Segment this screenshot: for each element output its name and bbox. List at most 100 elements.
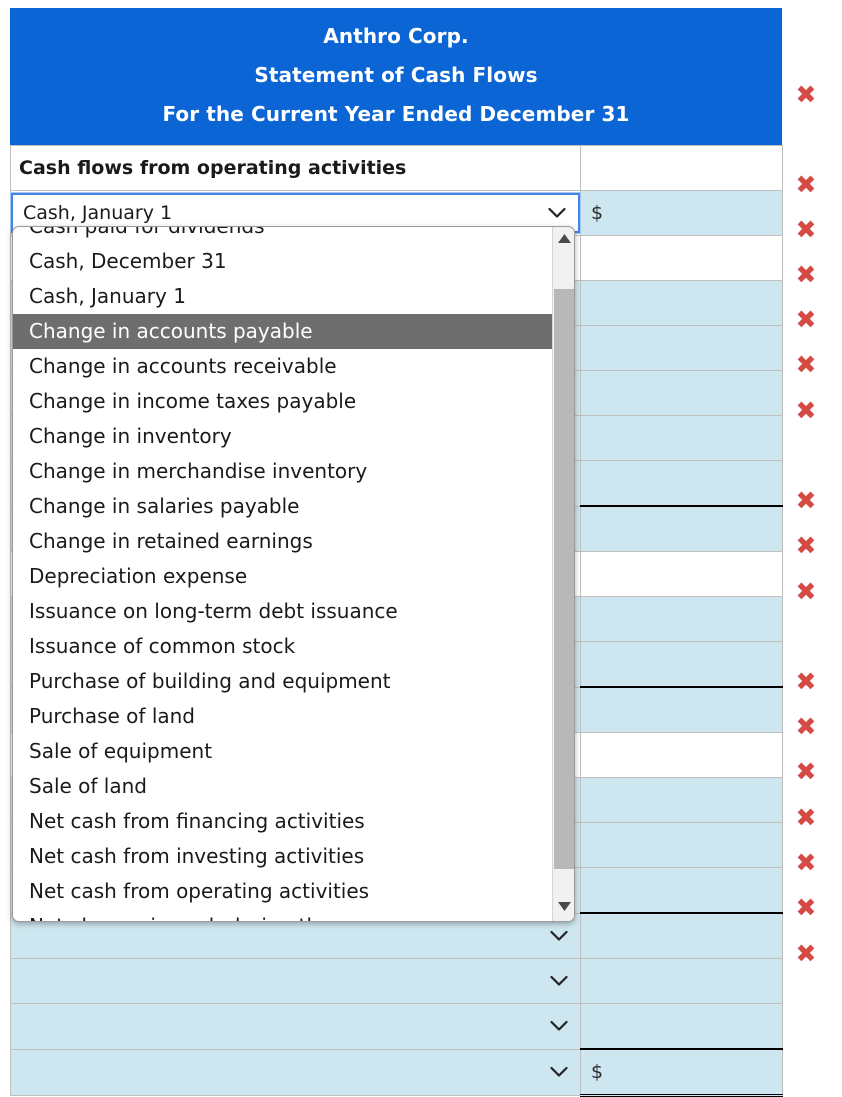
dropdown-option[interactable]: Cash paid for dividends bbox=[13, 227, 553, 244]
dropdown-option[interactable]: Change in income taxes payable bbox=[13, 384, 553, 419]
amount-input-cell bbox=[580, 551, 783, 597]
amount-input-cell[interactable] bbox=[580, 280, 783, 326]
table-row bbox=[10, 958, 783, 1004]
currency-symbol bbox=[581, 247, 591, 269]
amount-input-cell[interactable] bbox=[580, 686, 783, 733]
account-select[interactable] bbox=[11, 1005, 580, 1047]
delete-row-button[interactable]: ✖ bbox=[786, 298, 826, 342]
delete-row-icon: ✖ bbox=[795, 396, 817, 425]
statement-name: Statement of Cash Flows bbox=[254, 63, 538, 87]
dropdown-option[interactable]: Depreciation expense bbox=[13, 559, 553, 594]
amount-input-cell[interactable] bbox=[580, 596, 783, 642]
dropdown-option[interactable]: Purchase of land bbox=[13, 699, 553, 734]
currency-symbol bbox=[581, 518, 591, 540]
dropdown-option[interactable]: Cash, December 31 bbox=[13, 244, 553, 279]
amount-input-cell[interactable] bbox=[580, 912, 783, 959]
delete-row-icon: ✖ bbox=[795, 486, 817, 515]
delete-row-button[interactable]: ✖ bbox=[786, 570, 826, 614]
currency-symbol bbox=[581, 834, 591, 856]
chevron-down-icon bbox=[550, 1067, 568, 1078]
amount-input-cell[interactable] bbox=[580, 415, 783, 461]
delete-row-icon: ✖ bbox=[795, 939, 817, 968]
scroll-down-arrow-icon[interactable] bbox=[553, 897, 574, 919]
currency-symbol bbox=[581, 472, 591, 494]
delete-row-icon: ✖ bbox=[795, 80, 817, 109]
delete-row-button[interactable]: ✖ bbox=[786, 208, 826, 252]
amount-input-cell bbox=[580, 732, 783, 778]
dropdown-option[interactable]: Change in inventory bbox=[13, 419, 553, 454]
currency-symbol bbox=[581, 744, 591, 766]
dropdown-option[interactable]: Change in salaries payable bbox=[13, 489, 553, 524]
dropdown-option[interactable]: Cash, January 1 bbox=[13, 279, 553, 314]
currency-symbol bbox=[581, 608, 591, 630]
chevron-down-icon bbox=[550, 930, 568, 941]
dropdown-option[interactable]: Change in accounts payable bbox=[13, 314, 553, 349]
amount-input-cell bbox=[580, 235, 783, 281]
dropdown-option[interactable]: Net cash from operating activities bbox=[13, 874, 553, 909]
delete-row-button[interactable]: ✖ bbox=[786, 932, 826, 976]
amount-input-cell bbox=[580, 145, 783, 191]
amount-input-cell[interactable] bbox=[580, 641, 783, 688]
table-row: Cash flows from operating activities bbox=[10, 145, 783, 191]
currency-symbol bbox=[581, 427, 591, 449]
delete-row-icon: ✖ bbox=[795, 215, 817, 244]
amount-input-cell[interactable] bbox=[580, 958, 783, 1004]
amount-input-cell[interactable] bbox=[580, 777, 783, 823]
dropdown-option[interactable]: Sale of land bbox=[13, 769, 553, 804]
currency-symbol bbox=[581, 157, 591, 179]
amount-input-cell[interactable]: $ bbox=[580, 190, 783, 236]
amount-input-cell[interactable] bbox=[580, 325, 783, 371]
dropdown-option[interactable]: Net cash from financing activities bbox=[13, 804, 553, 839]
dropdown-option[interactable]: Issuance on long-term debt issuance bbox=[13, 594, 553, 629]
table-row bbox=[10, 1003, 783, 1050]
delete-row-button[interactable]: ✖ bbox=[786, 796, 826, 840]
dropdown-scrollbar[interactable] bbox=[552, 227, 574, 921]
dropdown-option-list: Cash paid for dividends Cash, December 31… bbox=[13, 227, 553, 921]
currency-symbol bbox=[581, 1015, 591, 1037]
chevron-down-icon bbox=[550, 1021, 568, 1032]
section-heading-label: Cash flows from operating activities bbox=[19, 157, 407, 179]
dropdown-option[interactable]: Net cash from investing activities bbox=[13, 839, 553, 874]
dropdown-option[interactable]: Change in accounts receivable bbox=[13, 349, 553, 384]
delete-row-button[interactable]: ✖ bbox=[786, 163, 826, 207]
amount-input-cell[interactable] bbox=[580, 370, 783, 416]
delete-row-button[interactable]: ✖ bbox=[786, 343, 826, 387]
delete-row-icon: ✖ bbox=[795, 803, 817, 832]
delete-row-button[interactable]: ✖ bbox=[786, 389, 826, 433]
amount-input-cell[interactable] bbox=[580, 460, 783, 507]
delete-row-button[interactable]: ✖ bbox=[786, 705, 826, 749]
dropdown-option[interactable]: Sale of equipment bbox=[13, 734, 553, 769]
amount-input-cell[interactable] bbox=[580, 1003, 783, 1050]
delete-row-button[interactable]: ✖ bbox=[786, 841, 826, 885]
currency-symbol bbox=[581, 382, 591, 404]
currency-symbol: $ bbox=[591, 202, 604, 224]
delete-row-button[interactable]: ✖ bbox=[786, 73, 826, 117]
account-select-cell bbox=[10, 958, 581, 1004]
dropdown-option[interactable]: Change in merchandise inventory bbox=[13, 454, 553, 489]
delete-row-button[interactable]: ✖ bbox=[786, 479, 826, 523]
account-select[interactable] bbox=[11, 1051, 580, 1093]
delete-row-button[interactable]: ✖ bbox=[786, 886, 826, 930]
dropdown-option[interactable]: Purchase of building and equipment bbox=[13, 664, 553, 699]
amount-input-cell[interactable] bbox=[580, 867, 783, 914]
chevron-down-icon bbox=[550, 975, 568, 987]
scroll-up-arrow-icon[interactable] bbox=[553, 229, 574, 251]
delete-row-button[interactable]: ✖ bbox=[786, 253, 826, 297]
currency-symbol bbox=[581, 292, 591, 314]
dropdown-option[interactable]: Issuance of common stock bbox=[13, 629, 553, 664]
amount-input-cell[interactable] bbox=[580, 505, 783, 552]
delete-row-icon: ✖ bbox=[795, 305, 817, 334]
amount-input-cell[interactable]: $ bbox=[580, 1048, 783, 1097]
delete-row-button[interactable]: ✖ bbox=[786, 524, 826, 568]
account-select[interactable] bbox=[11, 960, 580, 1002]
dropdown-scrollbar-thumb[interactable] bbox=[554, 289, 574, 869]
dropdown-option[interactable]: Net change in cash during the year bbox=[13, 909, 553, 921]
delete-row-icon: ✖ bbox=[795, 170, 817, 199]
delete-row-icon: ✖ bbox=[795, 757, 817, 786]
amount-input-cell[interactable] bbox=[580, 822, 783, 868]
account-dropdown-popup[interactable]: Cash paid for dividends Cash, December 31… bbox=[12, 226, 575, 922]
account-select-cell bbox=[10, 1003, 581, 1050]
delete-row-button[interactable]: ✖ bbox=[786, 750, 826, 794]
delete-row-button[interactable]: ✖ bbox=[786, 660, 826, 704]
dropdown-option[interactable]: Change in retained earnings bbox=[13, 524, 553, 559]
